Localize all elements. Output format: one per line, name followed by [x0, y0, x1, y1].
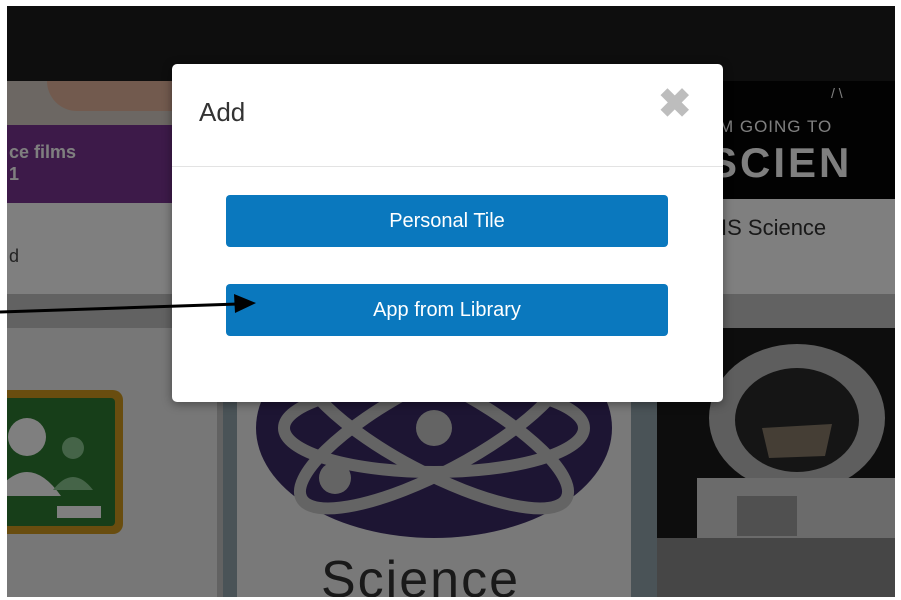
annotation-arrow: [0, 294, 256, 314]
